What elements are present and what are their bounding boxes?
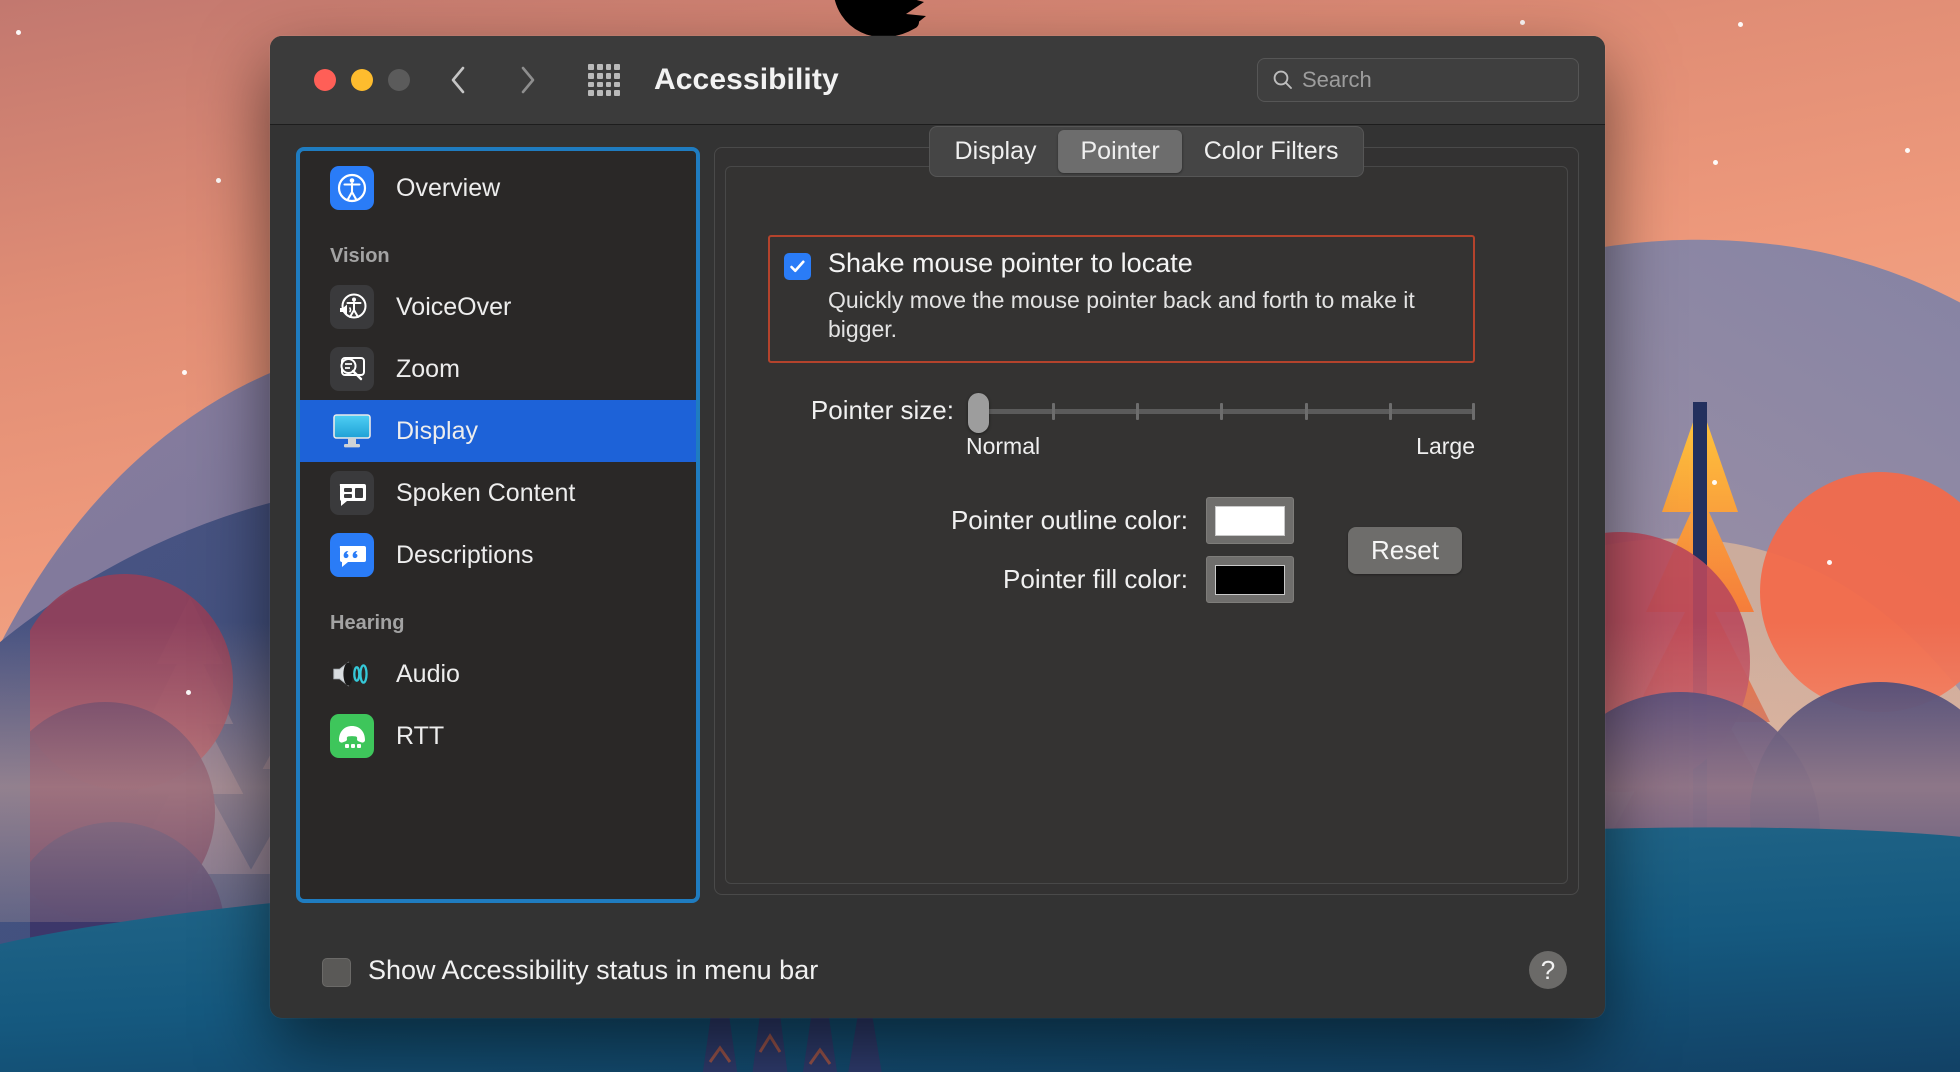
shake-pointer-label: Shake mouse pointer to locate — [828, 249, 1428, 279]
chevron-left-icon — [450, 66, 466, 94]
pointer-size-slider[interactable] — [968, 397, 1475, 425]
sidebar-item-label: Spoken Content — [396, 479, 575, 508]
show-all-grid-icon[interactable] — [588, 64, 620, 96]
search-input[interactable] — [1300, 66, 1568, 94]
zoom-magnifier-icon — [330, 347, 374, 391]
search-icon — [1272, 69, 1294, 91]
reset-button[interactable]: Reset — [1348, 527, 1462, 574]
checkmark-icon — [788, 257, 807, 276]
slider-max-caption: Large — [1416, 433, 1475, 460]
pointer-fill-color-well[interactable] — [1206, 556, 1294, 603]
sidebar-group-vision: Vision — [300, 219, 696, 276]
voiceover-icon — [330, 285, 374, 329]
audio-speaker-icon — [330, 652, 374, 696]
sidebar-item-spoken-content[interactable]: Spoken Content — [300, 462, 696, 524]
pointer-fill-color-label: Pointer fill color: — [768, 564, 1188, 595]
sidebar-item-zoom[interactable]: Zoom — [300, 338, 696, 400]
accessibility-person-icon — [330, 166, 374, 210]
desktop: Accessibility — [0, 0, 1960, 1072]
tab-color-filters[interactable]: Color Filters — [1182, 130, 1361, 173]
forward-button[interactable] — [506, 58, 550, 102]
sidebar-item-rtt[interactable]: RTT — [300, 705, 696, 767]
spoken-content-icon — [330, 471, 374, 515]
sidebar-item-label: RTT — [396, 722, 444, 751]
chevron-right-icon — [520, 66, 536, 94]
tab-display[interactable]: Display — [933, 130, 1059, 173]
sidebar-item-label: Zoom — [396, 355, 460, 384]
page-title: Accessibility — [654, 63, 839, 97]
shake-mouse-pointer-checkbox[interactable] — [784, 253, 811, 280]
outline-color-swatch — [1215, 506, 1285, 536]
sidebar-item-audio[interactable]: Audio — [300, 643, 696, 705]
search-field[interactable] — [1257, 58, 1579, 102]
window-footer: Show Accessibility status in menu bar ? — [270, 922, 1605, 1018]
rtt-phone-icon — [330, 714, 374, 758]
menu-bar-status-row[interactable]: Show Accessibility status in menu bar — [322, 954, 818, 987]
pointer-size-row: Pointer size: — [768, 395, 1475, 426]
sidebar-item-overview[interactable]: Overview — [300, 157, 696, 219]
pane-tab-bar[interactable]: Display Pointer Color Filters — [929, 126, 1365, 177]
shake-pointer-highlight: Shake mouse pointer to locate Quickly mo… — [768, 235, 1475, 363]
slider-min-caption: Normal — [966, 433, 1040, 460]
minimize-button[interactable] — [351, 69, 373, 91]
tab-pointer[interactable]: Pointer — [1059, 130, 1182, 173]
slider-thumb[interactable] — [968, 393, 989, 433]
shake-pointer-description: Quickly move the mouse pointer back and … — [828, 286, 1428, 345]
pointer-size-captions: Normal Large — [768, 433, 1475, 467]
traffic-lights — [314, 69, 410, 91]
sidebar-item-label: Descriptions — [396, 541, 534, 570]
sidebar-item-display[interactable]: Display — [300, 400, 696, 462]
system-preferences-window: Accessibility — [270, 36, 1605, 1018]
window-body: Overview Vision — [270, 125, 1605, 922]
sidebar-group-hearing: Hearing — [300, 586, 696, 643]
show-status-menu-bar-label: Show Accessibility status in menu bar — [368, 955, 818, 986]
sidebar-item-voiceover[interactable]: VoiceOver — [300, 276, 696, 338]
help-question-icon[interactable]: ? — [1529, 951, 1567, 989]
sidebar-item-label: Audio — [396, 660, 460, 689]
sidebar-item-descriptions[interactable]: Descriptions — [300, 524, 696, 586]
display-monitor-icon — [330, 409, 374, 453]
pointer-settings-pane: Display Pointer Color Filters — [714, 147, 1579, 895]
close-button[interactable] — [314, 69, 336, 91]
pointer-outline-color-label: Pointer outline color: — [768, 505, 1188, 536]
sidebar-focus-ring: Overview Vision — [296, 147, 700, 903]
back-button[interactable] — [436, 58, 480, 102]
sidebar-item-label: VoiceOver — [396, 293, 511, 322]
pointer-outline-color-well[interactable] — [1206, 497, 1294, 544]
pointer-color-section: Pointer outline color: Pointer fill colo… — [768, 497, 1475, 615]
window-titlebar: Accessibility — [270, 36, 1605, 125]
descriptions-quote-icon — [330, 533, 374, 577]
pane-content-box: Shake mouse pointer to locate Quickly mo… — [725, 166, 1568, 884]
show-status-menu-bar-checkbox[interactable] — [322, 958, 351, 987]
accessibility-category-list[interactable]: Overview Vision — [300, 151, 696, 899]
pointer-size-label: Pointer size: — [768, 395, 954, 426]
zoom-button[interactable] — [388, 69, 410, 91]
sidebar-item-label: Overview — [396, 174, 500, 203]
sidebar-item-label: Display — [396, 417, 478, 446]
fill-color-swatch — [1215, 565, 1285, 595]
